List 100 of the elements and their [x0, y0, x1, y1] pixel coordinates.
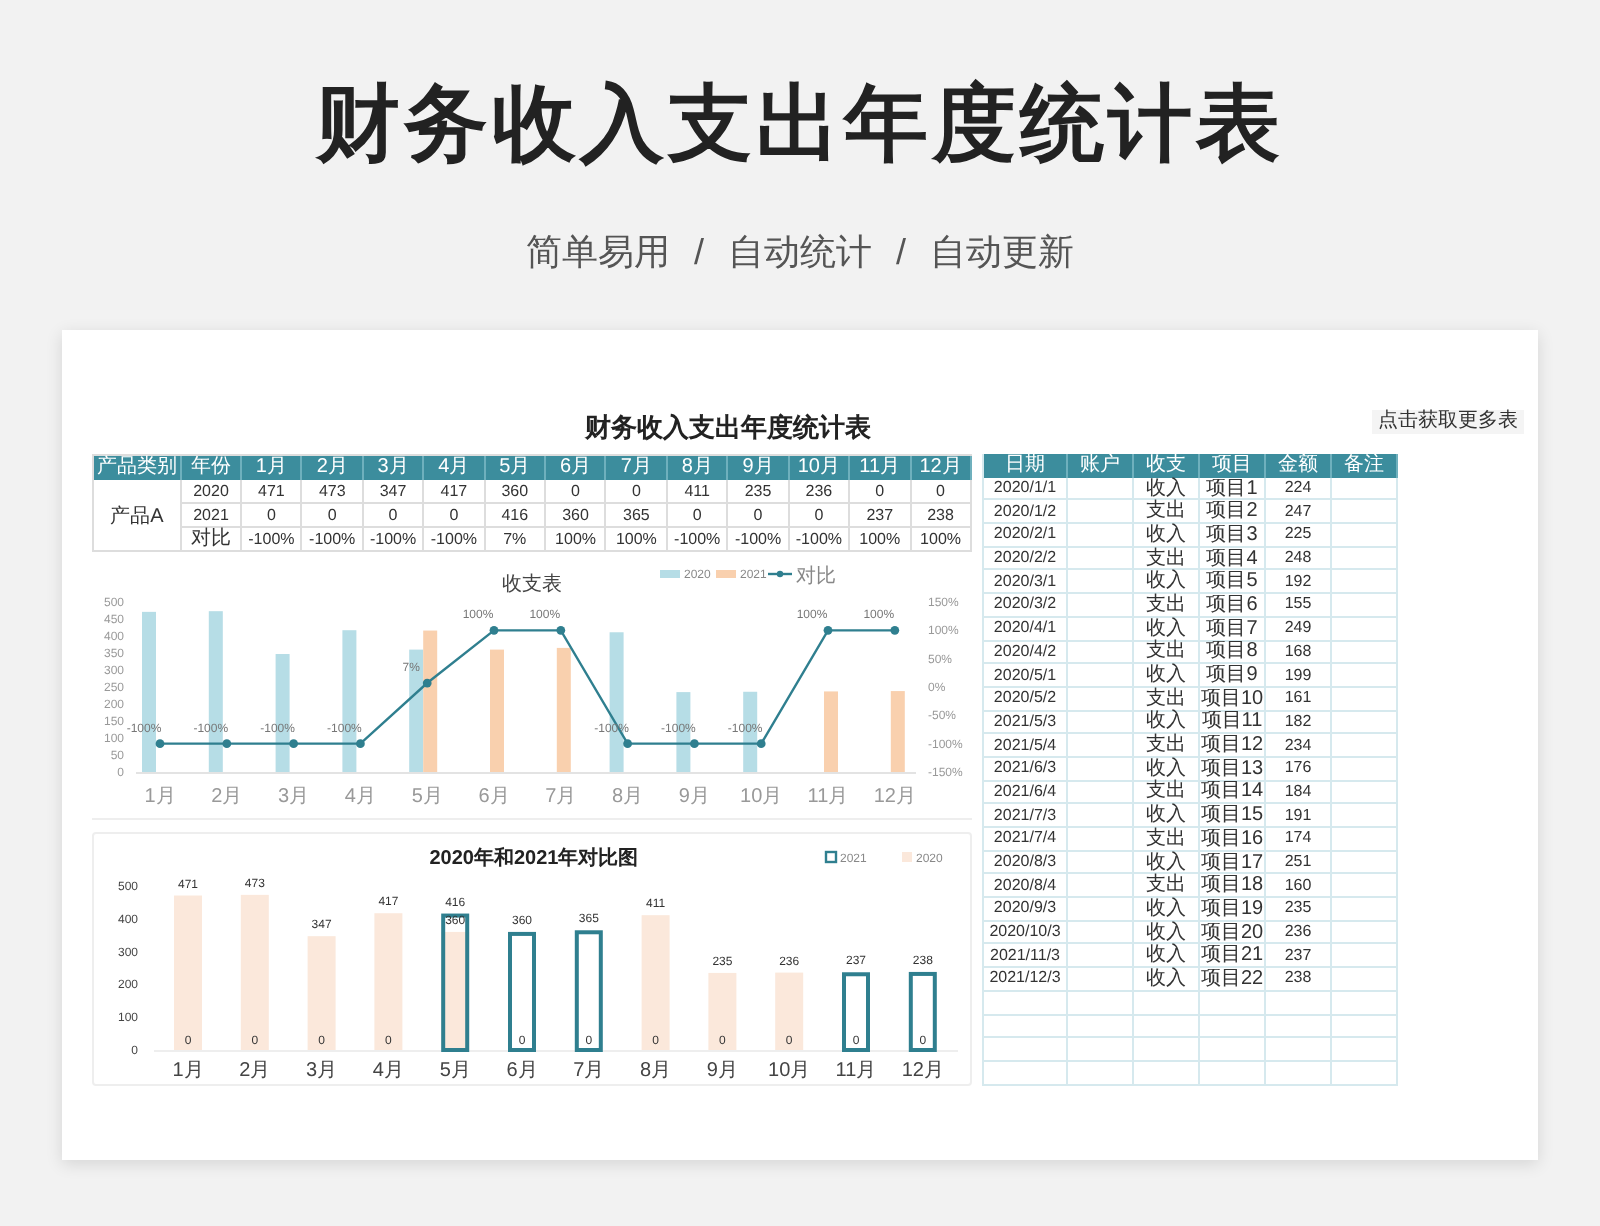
table-cell: 项目5 — [1200, 570, 1266, 595]
empty-cell — [1332, 711, 1398, 735]
table-cell: 收入 — [1134, 711, 1200, 735]
table-cell: 2020/9/3 — [984, 898, 1068, 922]
data-point — [422, 678, 432, 688]
empty-cell — [1068, 1061, 1134, 1086]
table-cell: -100% — [789, 528, 851, 552]
table-cell: 236 — [1266, 921, 1332, 945]
table-cell: 0 — [302, 504, 364, 528]
table-cell: 支出 — [1134, 547, 1200, 571]
table-cell: 收入 — [1134, 524, 1200, 548]
empty-cell — [1068, 570, 1134, 595]
data-point — [756, 739, 766, 749]
table-cell: 0 — [728, 504, 790, 528]
table-cell: 收入 — [1134, 804, 1200, 828]
empty-cell — [1068, 991, 1134, 1015]
column-header: 备注 — [1332, 454, 1398, 478]
table-cell: 2020/1/1 — [984, 477, 1068, 501]
table-cell: -100% — [302, 528, 364, 552]
data-point — [556, 625, 566, 635]
table-cell: 项目3 — [1200, 524, 1266, 548]
table-cell: 235 — [728, 480, 790, 504]
table-cell: 2021/5/4 — [984, 734, 1068, 758]
axis-label: 12月 — [873, 786, 916, 808]
empty-cell — [1068, 944, 1134, 969]
table-cell: 100% — [546, 528, 607, 552]
table-cell: 2020/2/1 — [984, 524, 1068, 548]
empty-cell — [1332, 641, 1398, 665]
axis-label: 10月 — [740, 786, 783, 808]
table-cell: 2020/3/1 — [984, 570, 1068, 595]
empty-cell — [1266, 1015, 1332, 1039]
bar — [708, 972, 737, 1050]
table-cell: 235 — [1266, 898, 1332, 922]
table-cell: 0 — [363, 504, 425, 528]
table-cell: 248 — [1266, 547, 1332, 571]
empty-cell — [1332, 828, 1398, 852]
table-cell: 项目17 — [1200, 851, 1266, 875]
more-button[interactable]: 点击获取更多表 — [1372, 410, 1524, 434]
empty-cell — [1068, 664, 1134, 688]
column-header: 产品类别 — [94, 456, 182, 480]
bar — [307, 936, 336, 1050]
table-cell: 417 — [424, 480, 486, 504]
table-cell: 收入 — [1134, 898, 1200, 922]
data-point — [289, 739, 298, 749]
empty-cell — [1068, 617, 1134, 641]
table-cell: 支出 — [1134, 641, 1200, 665]
table-cell: 2021 — [182, 504, 242, 528]
data-point — [222, 739, 232, 749]
table-cell: 2020/5/1 — [984, 664, 1068, 688]
empty-cell — [1332, 1038, 1398, 1062]
column-header: 9月 — [728, 456, 790, 480]
axis-label: 8月 — [640, 1060, 672, 1082]
empty-cell — [1068, 641, 1134, 665]
empty-cell — [1134, 1015, 1200, 1039]
table-cell: 0 — [606, 480, 668, 504]
empty-cell — [1134, 1061, 1200, 1086]
table-cell: 347 — [363, 480, 425, 504]
empty-cell — [1266, 1038, 1332, 1062]
column-header: 8月 — [667, 456, 729, 480]
table-cell: 176 — [1266, 757, 1332, 782]
table-cell: 项目18 — [1200, 874, 1266, 899]
table-cell: 2021/6/4 — [984, 781, 1068, 805]
legend-label: 对比 — [796, 564, 836, 588]
table-cell: 160 — [1266, 874, 1332, 899]
axis-label: 6月 — [478, 786, 510, 808]
subtitle-text: / — [896, 230, 907, 276]
table-cell: 2020 — [182, 480, 242, 504]
table-cell: 199 — [1266, 664, 1332, 688]
column-header: 日期 — [984, 454, 1068, 478]
empty-cell — [1332, 617, 1398, 641]
empty-cell — [1332, 921, 1398, 945]
data-point — [489, 625, 499, 635]
bar — [556, 647, 571, 772]
empty-cell — [1332, 781, 1398, 805]
empty-cell — [1332, 524, 1398, 548]
column-header: 6月 — [546, 456, 607, 480]
subtitle-text: 自动统计 — [728, 230, 872, 276]
empty-cell — [1068, 734, 1134, 758]
empty-cell — [1332, 687, 1398, 712]
table-cell: 项目21 — [1200, 944, 1266, 969]
empty-cell — [1068, 687, 1134, 712]
table-cell: 产品A — [94, 504, 182, 528]
table-cell: 0 — [667, 504, 729, 528]
table-cell: 2020/3/2 — [984, 594, 1068, 618]
empty-cell — [1068, 968, 1134, 992]
subtitle-text: 自动更新 — [930, 230, 1075, 276]
legend-item: 对比 — [768, 566, 836, 588]
empty-cell — [1332, 898, 1398, 922]
column-header: 金额 — [1266, 454, 1332, 478]
empty-cell — [1332, 1015, 1398, 1039]
subtitle-text: / — [693, 230, 704, 276]
table-cell: 411 — [667, 480, 729, 504]
axis-label: 12月 — [901, 1060, 944, 1082]
empty-cell — [1200, 1038, 1266, 1062]
table-cell: 2020/1/2 — [984, 500, 1068, 525]
bar — [374, 913, 403, 1050]
empty-cell — [1200, 1015, 1266, 1039]
table-cell: 支出 — [1134, 734, 1200, 758]
bar — [490, 649, 504, 772]
table-cell: -100% — [363, 528, 425, 552]
